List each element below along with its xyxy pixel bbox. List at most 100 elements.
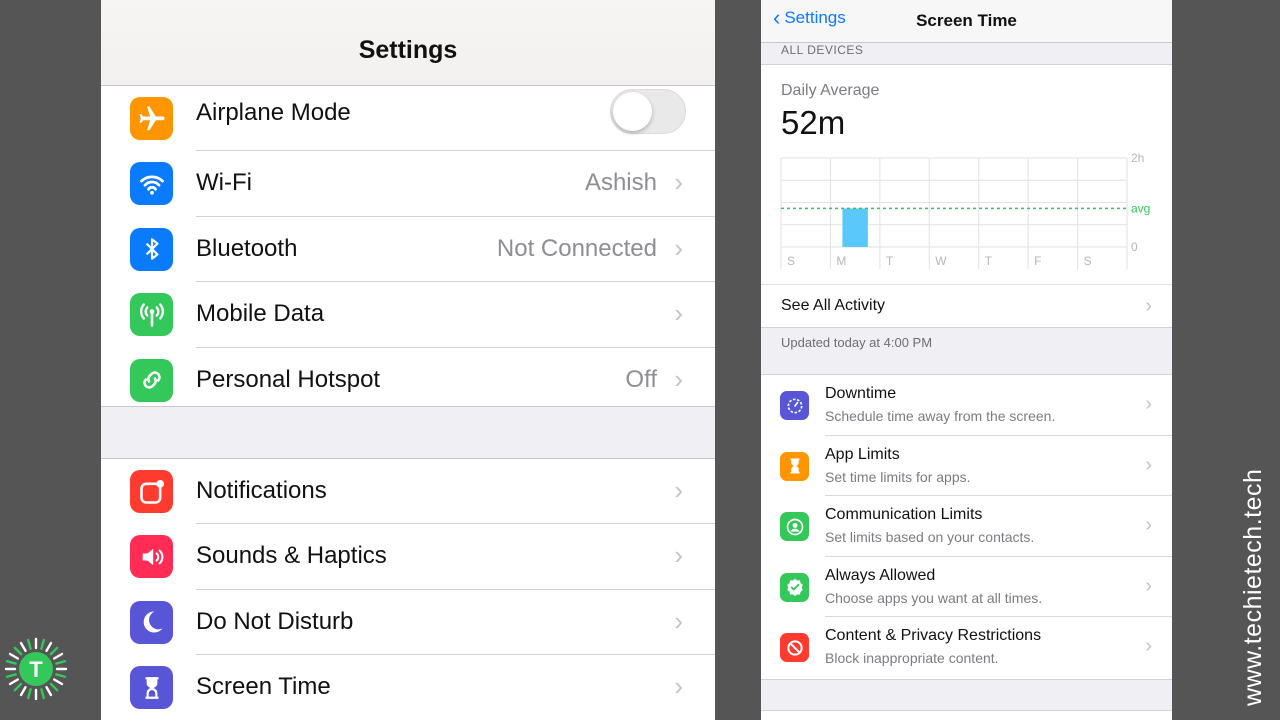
logo-ray: [45, 685, 53, 697]
option-content-privacy[interactable]: Content & Privacy Restrictions Block ina…: [761, 617, 1172, 678]
chevron-right-icon: ›: [1145, 574, 1152, 597]
option-title: Downtime: [825, 385, 897, 402]
settings-row-wifi[interactable]: Wi-Fi Ashish ›: [101, 151, 715, 217]
settings-row-label: Airplane Mode: [196, 99, 351, 126]
settings-row-do-not-disturb[interactable]: Do Not Disturb ›: [101, 590, 715, 656]
y-tick-label: 2h: [1131, 151, 1144, 165]
settings-row-screen-time[interactable]: Screen Time ›: [101, 655, 715, 720]
logo-ray: [13, 646, 23, 656]
logo-ray: [55, 673, 67, 678]
option-subtitle: Block inappropriate content.: [825, 650, 999, 667]
settings-row-label: Mobile Data: [196, 300, 325, 328]
logo-ray: [19, 685, 27, 697]
logo-ray: [13, 682, 23, 692]
bluetooth-status-value: Not Connected: [496, 234, 657, 262]
option-title: Content & Privacy Restrictions: [825, 627, 1042, 645]
x-tick-label: M: [836, 254, 846, 268]
settings-row-personal-hotspot[interactable]: Personal Hotspot Off ›: [101, 348, 715, 413]
option-subtitle: Set limits based on your contacts.: [825, 529, 1035, 546]
x-tick-label: T: [886, 254, 894, 268]
usage-chart[interactable]: 2h avg 0 S M T W T F S: [761, 65, 1172, 283]
option-title: Communication Limits: [825, 506, 983, 524]
settings-row-label: Sounds & Haptics: [196, 542, 387, 570]
chevron-right-icon: ›: [674, 671, 683, 702]
y-tick-label: 0: [1131, 240, 1138, 254]
x-tick-label: S: [1084, 254, 1092, 268]
settings-row-sounds-haptics[interactable]: Sounds & Haptics ›: [101, 524, 715, 590]
next-section-card: [761, 710, 1172, 720]
logo-ray: [52, 678, 64, 686]
moon-icon: [130, 600, 173, 644]
chevron-right-icon: ›: [674, 167, 683, 198]
page-title: Settings: [358, 36, 458, 64]
see-all-activity-row[interactable]: See All Activity ›: [761, 284, 1172, 327]
settings-nav-bar: Settings: [101, 0, 715, 86]
watermark-text: www.techietech.tech: [1239, 468, 1267, 706]
speaker-icon: [130, 535, 173, 579]
daily-average-card: Daily Average 52m 2h avg 0 S M T W T F S See All …: [761, 64, 1172, 328]
logo-ray: [49, 646, 59, 656]
option-app-limits[interactable]: App Limits Set time limits for apps. ›: [761, 436, 1172, 497]
section-header: ALL DEVICES: [781, 43, 864, 57]
chevron-right-icon: ›: [1145, 635, 1152, 658]
chevron-right-icon: ›: [1145, 514, 1152, 537]
toggle-knob: [613, 92, 652, 131]
settings-row-airplane-mode[interactable]: Airplane Mode: [101, 86, 715, 152]
logo-ray: [27, 688, 32, 700]
settings-row-label: Wi-Fi: [196, 169, 252, 197]
option-subtitle: Schedule time away from the screen.: [825, 408, 1056, 424]
logo-ray: [19, 641, 27, 653]
option-title: App Limits: [825, 445, 900, 463]
settings-group-general: Notifications › Sounds & Haptics › Do No…: [101, 458, 715, 720]
screen-time-screen: ‹ Settings Screen Time ALL DEVICES Daily…: [761, 0, 1172, 720]
settings-group-connectivity: Airplane Mode Wi-Fi Ashish › Bluetooth N…: [101, 86, 715, 407]
option-subtitle: Set time limits for apps.: [825, 468, 971, 485]
airplane-icon: [130, 97, 173, 140]
logo-ray: [8, 678, 20, 686]
chevron-right-icon: ›: [674, 232, 683, 263]
notifications-icon: [130, 470, 173, 513]
hourglass-icon: [130, 666, 173, 710]
settings-row-bluetooth[interactable]: Bluetooth Not Connected ›: [101, 217, 715, 283]
settings-row-label: Screen Time: [196, 673, 331, 701]
chevron-right-icon: ›: [674, 475, 683, 505]
restriction-icon: [780, 633, 809, 663]
settings-row-label: Personal Hotspot: [196, 365, 381, 393]
settings-row-notifications[interactable]: Notifications ›: [101, 459, 715, 525]
logo-letter: T: [29, 657, 43, 682]
chevron-right-icon: ›: [674, 605, 683, 636]
option-communication-limits[interactable]: Communication Limits Set limits based on…: [761, 496, 1172, 557]
updated-timestamp: Updated today at 4:00 PM: [781, 335, 933, 350]
logo-ray: [5, 660, 17, 665]
chevron-right-icon: ›: [674, 298, 683, 329]
screen-time-nav-bar: ‹ Settings Screen Time: [761, 0, 1172, 43]
option-title: Always Allowed: [825, 566, 936, 584]
techietech-logo: T: [4, 637, 68, 706]
antenna-icon: [130, 293, 173, 337]
option-always-allowed[interactable]: Always Allowed Choose apps you want at a…: [761, 557, 1172, 618]
option-subtitle: Choose apps you want at all times.: [825, 589, 1043, 606]
hotspot-icon: [130, 358, 173, 402]
logo-ray: [8, 652, 20, 660]
logo-ray: [40, 688, 45, 700]
option-downtime[interactable]: Downtime Schedule time away from the scr…: [761, 375, 1172, 436]
logo-ray: [49, 682, 59, 692]
hourglass-icon: [780, 451, 809, 481]
screen-time-options: Downtime Schedule time away from the scr…: [761, 374, 1172, 680]
chevron-right-icon: ›: [674, 540, 683, 571]
settings-row-mobile-data[interactable]: Mobile Data ›: [101, 282, 715, 348]
wifi-network-value: Ashish: [584, 169, 657, 197]
hotspot-status-value: Off: [625, 365, 657, 393]
y-tick-label: avg: [1131, 201, 1150, 215]
chevron-right-icon: ›: [1145, 453, 1152, 476]
logo-ray: [55, 660, 67, 665]
downtime-icon: [780, 391, 809, 420]
logo-ray: [52, 652, 64, 660]
airplane-mode-toggle[interactable]: [610, 89, 686, 134]
logo-ray: [27, 638, 32, 650]
settings-screen: Settings Airplane Mode Wi-Fi Ashish › Bl…: [101, 0, 715, 720]
chevron-right-icon: ›: [1145, 393, 1152, 415]
settings-row-label: Bluetooth: [196, 234, 298, 262]
bluetooth-icon: [130, 227, 173, 271]
see-all-label: See All Activity: [781, 297, 886, 314]
